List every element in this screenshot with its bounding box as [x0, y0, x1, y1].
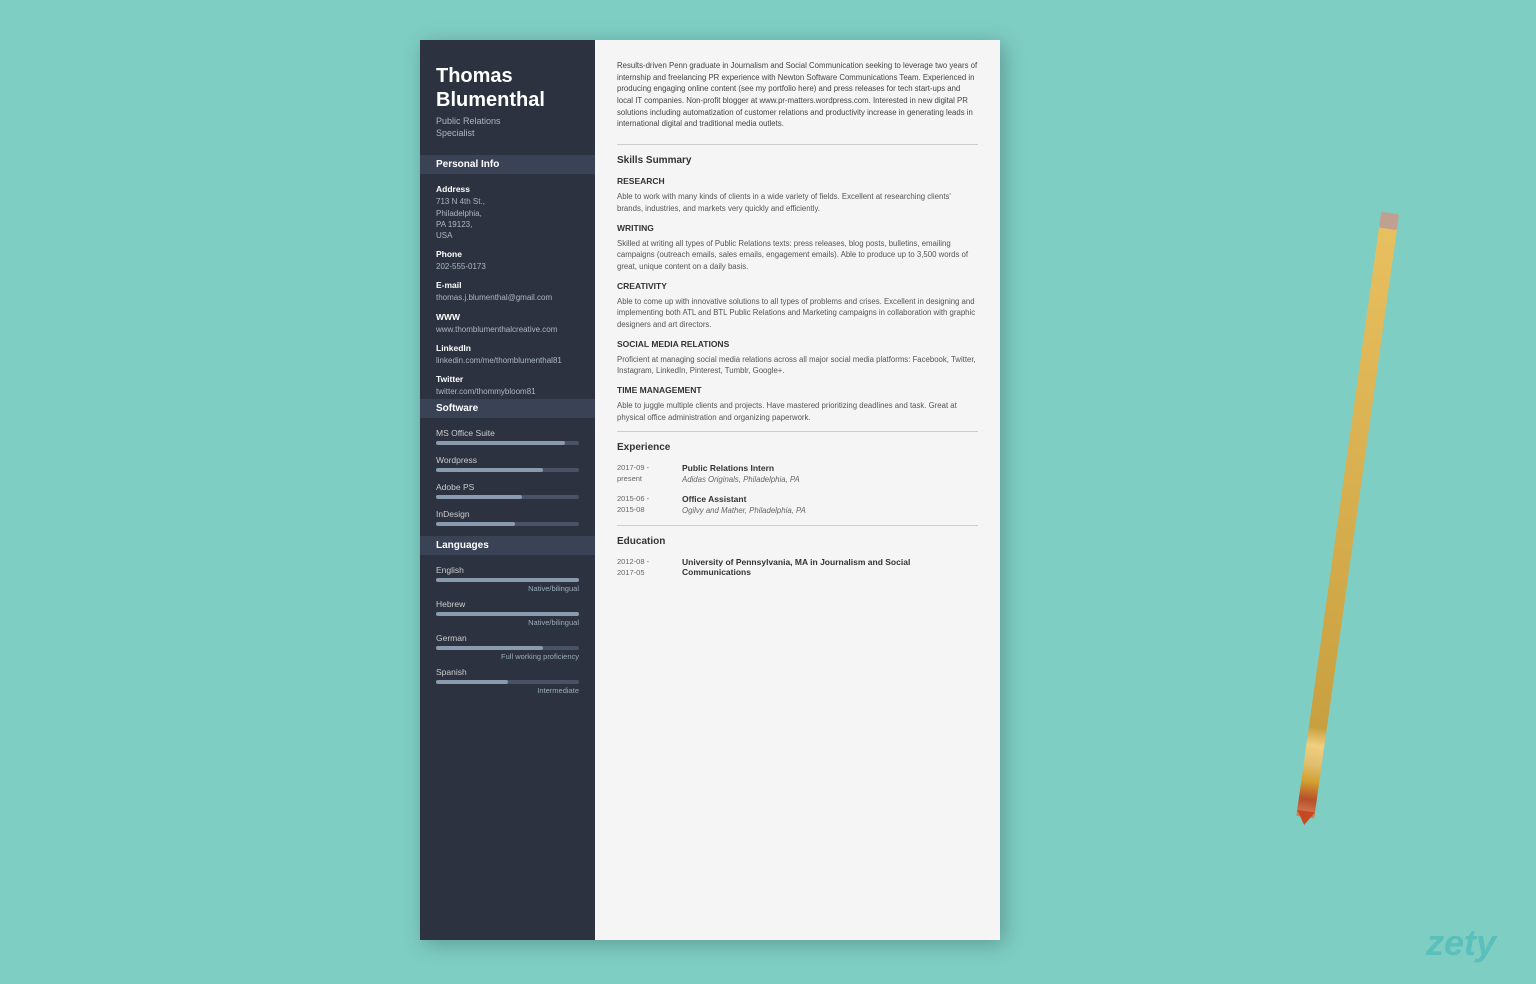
- personal-info-section-title: Personal Info: [420, 155, 595, 174]
- summary-text: Results-driven Penn graduate in Journali…: [617, 60, 978, 130]
- skill-indesign-name: InDesign: [436, 509, 579, 519]
- linkedin-label: LinkedIn: [436, 343, 579, 353]
- lang-spanish-level: Intermediate: [436, 686, 579, 695]
- skill-indesign-bar-fill: [436, 522, 515, 526]
- exp-1-date: 2017-09 -present: [617, 463, 682, 484]
- experience-item-2: 2015-06 -2015-08 Office Assistant Ogilvy…: [617, 494, 978, 515]
- skill-ms-office-bar-bg: [436, 441, 579, 445]
- skill-time-mgmt-heading: TIME MANAGEMENT: [617, 385, 978, 395]
- skill-creativity-text: Able to come up with innovative solution…: [617, 296, 978, 331]
- edu-1-date: 2012-08 -2017-05: [617, 557, 682, 578]
- skill-time-mgmt-text: Able to juggle multiple clients and proj…: [617, 400, 978, 423]
- skills-divider: [617, 144, 978, 145]
- sidebar: Thomas Blumenthal Public RelationsSpecia…: [420, 40, 595, 940]
- experience-divider: [617, 431, 978, 432]
- exp-2-date: 2015-06 -2015-08: [617, 494, 682, 515]
- lang-spanish-bar-fill: [436, 680, 508, 684]
- lang-english-bar-bg: [436, 578, 579, 582]
- pencil-eraser: [1379, 212, 1399, 230]
- lang-german-level: Full working proficiency: [436, 652, 579, 661]
- page-wrapper: zety Thomas Blumenthal Public RelationsS…: [0, 0, 1536, 984]
- lang-hebrew-level: Native/bilingual: [436, 618, 579, 627]
- exp-2-details: Office Assistant Ogilvy and Mather, Phil…: [682, 494, 978, 515]
- skill-adobe-ps-bar-bg: [436, 495, 579, 499]
- pencil-decoration: [1296, 222, 1397, 819]
- twitter-label: Twitter: [436, 374, 579, 384]
- lang-english-bar-fill: [436, 578, 579, 582]
- skill-wordpress-name: Wordpress: [436, 455, 579, 465]
- phone-label: Phone: [436, 249, 579, 259]
- resume: Thomas Blumenthal Public RelationsSpecia…: [420, 40, 1000, 940]
- lang-hebrew-bar-fill: [436, 612, 579, 616]
- skill-social-media-text: Proficient at managing social media rela…: [617, 354, 978, 377]
- skill-adobe-ps: Adobe PS: [436, 482, 579, 499]
- education-item-1: 2012-08 -2017-05 University of Pennsylva…: [617, 557, 978, 578]
- lang-german-bar-bg: [436, 646, 579, 650]
- skill-ms-office-bar-fill: [436, 441, 565, 445]
- skills-section-title: Skills Summary: [617, 155, 978, 166]
- skill-writing-heading: WRITING: [617, 223, 978, 233]
- lang-german: German Full working proficiency: [436, 633, 579, 661]
- lang-hebrew-name: Hebrew: [436, 599, 579, 609]
- lang-german-name: German: [436, 633, 579, 643]
- lang-english: English Native/bilingual: [436, 565, 579, 593]
- lang-spanish: Spanish Intermediate: [436, 667, 579, 695]
- software-section-title: Software: [420, 399, 595, 418]
- skill-research-text: Able to work with many kinds of clients …: [617, 191, 978, 214]
- skill-social-media-heading: SOCIAL MEDIA RELATIONS: [617, 339, 978, 349]
- lang-hebrew: Hebrew Native/bilingual: [436, 599, 579, 627]
- twitter-value: twitter.com/thommybloom81: [436, 386, 579, 397]
- lang-spanish-name: Spanish: [436, 667, 579, 677]
- education-section-title: Education: [617, 536, 978, 547]
- lang-hebrew-bar-bg: [436, 612, 579, 616]
- lang-english-level: Native/bilingual: [436, 584, 579, 593]
- skill-ms-office-name: MS Office Suite: [436, 428, 579, 438]
- exp-1-company: Adidas Originals, Philadelphia, PA: [682, 475, 978, 484]
- lang-german-bar-fill: [436, 646, 543, 650]
- address-label: Address: [436, 184, 579, 194]
- experience-item-1: 2017-09 -present Public Relations Intern…: [617, 463, 978, 484]
- exp-2-company: Ogilvy and Mather, Philadelphia, PA: [682, 506, 978, 515]
- experience-section-title: Experience: [617, 442, 978, 453]
- phone-value: 202-555-0173: [436, 261, 579, 272]
- skill-wordpress-bar-bg: [436, 468, 579, 472]
- skill-writing-text: Skilled at writing all types of Public R…: [617, 238, 978, 273]
- skill-adobe-ps-bar-fill: [436, 495, 522, 499]
- linkedin-value: linkedin.com/me/thomblumenthal81: [436, 355, 579, 366]
- exp-1-title: Public Relations Intern: [682, 463, 978, 473]
- skill-indesign-bar-bg: [436, 522, 579, 526]
- education-divider: [617, 525, 978, 526]
- skill-adobe-ps-name: Adobe PS: [436, 482, 579, 492]
- candidate-name: Thomas Blumenthal: [436, 64, 579, 112]
- skill-ms-office: MS Office Suite: [436, 428, 579, 445]
- skill-wordpress-bar-fill: [436, 468, 543, 472]
- candidate-title: Public RelationsSpecialist: [436, 116, 579, 139]
- skill-wordpress: Wordpress: [436, 455, 579, 472]
- email-label: E-mail: [436, 280, 579, 290]
- lang-english-name: English: [436, 565, 579, 575]
- www-label: WWW: [436, 312, 579, 322]
- exp-1-details: Public Relations Intern Adidas Originals…: [682, 463, 978, 484]
- skill-indesign: InDesign: [436, 509, 579, 526]
- www-value: www.thomblumenthalcreative.com: [436, 324, 579, 335]
- skill-research-heading: RESEARCH: [617, 176, 978, 186]
- main-content: Results-driven Penn graduate in Journali…: [595, 40, 1000, 940]
- skill-creativity-heading: CREATIVITY: [617, 281, 978, 291]
- edu-1-details: University of Pennsylvania, MA in Journa…: [682, 557, 978, 578]
- languages-section-title: Languages: [420, 536, 595, 555]
- zety-logo: zety: [1426, 922, 1496, 964]
- edu-1-title: University of Pennsylvania, MA in Journa…: [682, 557, 978, 577]
- lang-spanish-bar-bg: [436, 680, 579, 684]
- email-value: thomas.j.blumenthal@gmail.com: [436, 292, 579, 303]
- exp-2-title: Office Assistant: [682, 494, 978, 504]
- address-value: 713 N 4th St.,Philadelphia,PA 19123,USA: [436, 196, 579, 241]
